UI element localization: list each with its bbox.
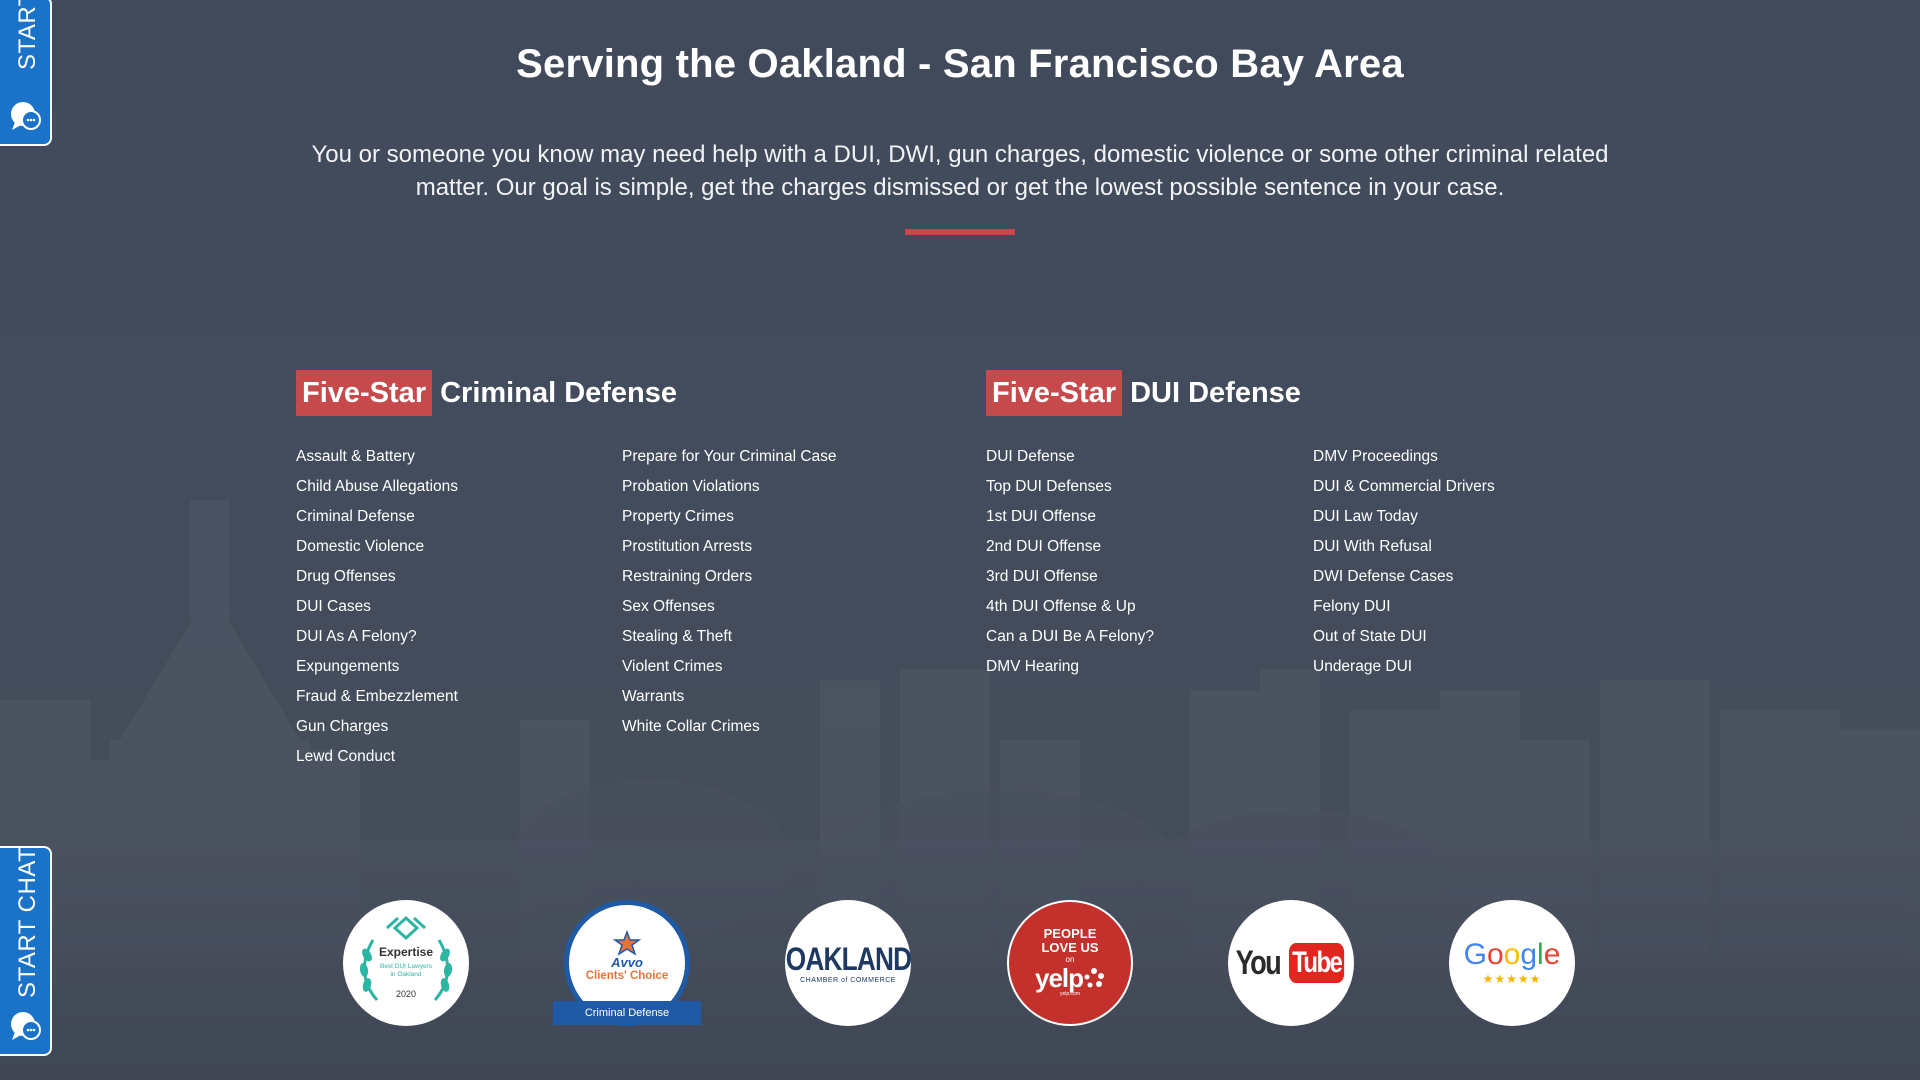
service-link[interactable]: Assault & Battery xyxy=(296,442,458,472)
service-link[interactable]: Felony DUI xyxy=(1313,592,1495,622)
service-link[interactable]: Drug Offenses xyxy=(296,562,458,592)
five-star-tag: Five-Star xyxy=(986,370,1123,416)
service-link[interactable]: Can a DUI Be A Felony? xyxy=(986,622,1154,652)
service-link[interactable]: Sex Offenses xyxy=(622,592,837,622)
service-link[interactable]: Probation Violations xyxy=(622,472,837,502)
service-link[interactable]: Out of State DUI xyxy=(1313,622,1495,652)
service-link[interactable]: Expungements xyxy=(296,652,458,682)
service-link[interactable]: DUI Defense xyxy=(986,442,1154,472)
service-link[interactable]: DUI Cases xyxy=(296,592,458,622)
avvo-ribbon: Criminal Defense xyxy=(553,1001,701,1025)
five-star-tag: Five-Star xyxy=(296,370,433,416)
dui-defense-title: DUI Defense xyxy=(1130,376,1301,409)
service-link[interactable]: Lewd Conduct xyxy=(296,742,458,772)
service-link[interactable]: DUI As A Felony? xyxy=(296,622,458,652)
start-chat-tab-bottom[interactable]: START CHAT xyxy=(0,846,52,1056)
service-link[interactable]: Prostitution Arrests xyxy=(622,532,837,562)
criminal-links-col2: Prepare for Your Criminal Case Probation … xyxy=(622,442,837,742)
yelp-brand: yelp xyxy=(1034,963,1084,993)
google-badge[interactable]: Google ★★★★★ xyxy=(1449,900,1575,1026)
badges-row: Expertise Best DUI Lawyers in Oakland 20… xyxy=(0,900,1920,1030)
service-link[interactable]: White Collar Crimes xyxy=(622,712,837,742)
service-link[interactable]: Criminal Defense xyxy=(296,502,458,532)
service-link[interactable]: DMV Hearing xyxy=(986,652,1154,682)
expertise-badge[interactable]: Expertise Best DUI Lawyers in Oakland 20… xyxy=(343,900,469,1026)
criminal-defense-heading: Five-Star Criminal Defense xyxy=(296,370,677,416)
expertise-line1: Best DUI Lawyers xyxy=(379,963,433,970)
service-link[interactable]: Domestic Violence xyxy=(296,532,458,562)
yelp-url: yelp.com xyxy=(1059,991,1080,997)
service-link[interactable]: Stealing & Theft xyxy=(622,622,837,652)
start-chat-tab-top[interactable]: START C xyxy=(0,0,52,146)
google-brand: Google xyxy=(1463,938,1561,971)
avvo-star-icon xyxy=(612,929,642,956)
avvo-badge[interactable]: Avvo Clients' Choice Criminal Defense xyxy=(553,900,701,1026)
youtube-you: You xyxy=(1235,943,1282,982)
avvo-title: Clients' Choice xyxy=(585,969,669,982)
expertise-year: 2020 xyxy=(395,989,417,999)
service-link[interactable]: Gun Charges xyxy=(296,712,458,742)
service-link[interactable]: Fraud & Embezzlement xyxy=(296,682,458,712)
service-link[interactable]: 3rd DUI Offense xyxy=(986,562,1154,592)
oakland-title: OAKLAND xyxy=(785,940,911,977)
chat-bubble-icon xyxy=(11,1012,41,1040)
service-link[interactable]: DMV Proceedings xyxy=(1313,442,1495,472)
service-link[interactable]: Restraining Orders xyxy=(622,562,837,592)
avvo-brand: Avvo xyxy=(611,954,643,970)
service-link[interactable]: 4th DUI Offense & Up xyxy=(986,592,1154,622)
service-link[interactable]: Underage DUI xyxy=(1313,652,1495,682)
page-heading: Serving the Oakland - San Francisco Bay … xyxy=(516,42,1404,86)
intro-paragraph: You or someone you know may need help wi… xyxy=(311,141,1609,201)
yelp-burst-icon xyxy=(1084,968,1105,988)
service-link[interactable]: DUI & Commercial Drivers xyxy=(1313,472,1495,502)
youtube-badge[interactable]: You Tube xyxy=(1228,900,1354,1026)
chat-bubble-icon xyxy=(11,102,41,130)
dui-defense-heading: Five-Star DUI Defense xyxy=(986,370,1301,416)
expertise-line2: in Oakland xyxy=(390,971,422,978)
dui-links-col1: DUI Defense Top DUI Defenses 1st DUI Offen… xyxy=(986,442,1154,682)
service-link[interactable]: Child Abuse Allegations xyxy=(296,472,458,502)
start-chat-label: START C xyxy=(14,0,41,70)
oakland-chamber-badge[interactable]: OAKLAND CHAMBER of COMMERCE xyxy=(785,900,912,1026)
start-chat-label: START CHAT xyxy=(14,846,41,998)
criminal-defense-title: Criminal Defense xyxy=(440,376,678,409)
expertise-title: Expertise xyxy=(378,945,434,959)
service-link[interactable]: Prepare for Your Criminal Case xyxy=(622,442,837,472)
service-link[interactable]: 2nd DUI Offense xyxy=(986,532,1154,562)
service-link[interactable]: Violent Crimes xyxy=(622,652,837,682)
google-stars: ★★★★★ xyxy=(1482,972,1542,986)
service-link[interactable]: 1st DUI Offense xyxy=(986,502,1154,532)
yelp-badge[interactable]: PEOPLE LOVE US on yelp yelp.com xyxy=(1007,900,1133,1026)
service-link[interactable]: Warrants xyxy=(622,682,837,712)
yelp-line1: PEOPLE xyxy=(1043,926,1097,941)
service-link[interactable]: DWI Defense Cases xyxy=(1313,562,1495,592)
section-divider xyxy=(905,229,1015,235)
criminal-links-col1: Assault & Battery Child Abuse Allegations… xyxy=(296,442,458,772)
yelp-line2: LOVE US xyxy=(1041,940,1099,955)
service-link[interactable]: Property Crimes xyxy=(622,502,837,532)
service-link[interactable]: DUI Law Today xyxy=(1313,502,1495,532)
service-link[interactable]: Top DUI Defenses xyxy=(986,472,1154,502)
youtube-tube: Tube xyxy=(1289,943,1345,983)
oakland-sub: CHAMBER of COMMERCE xyxy=(800,976,896,984)
service-link[interactable]: DUI With Refusal xyxy=(1313,532,1495,562)
dui-links-col2: DMV Proceedings DUI & Commercial Drivers D… xyxy=(1313,442,1495,682)
